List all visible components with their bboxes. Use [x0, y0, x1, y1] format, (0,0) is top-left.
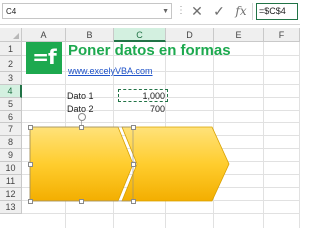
grid-line	[22, 161, 300, 162]
insert-function-icon[interactable]: fx	[232, 2, 250, 20]
resize-handle-se[interactable]	[131, 199, 136, 204]
grid-line	[22, 213, 300, 214]
row-header-2[interactable]: 2	[0, 56, 22, 72]
grid-line	[22, 187, 300, 188]
row-header-8[interactable]: 8	[0, 136, 22, 149]
rotate-handle-icon[interactable]	[78, 113, 86, 121]
resize-handle-n[interactable]	[79, 125, 84, 130]
grid-line	[22, 84, 300, 85]
column-header-d[interactable]: D	[166, 28, 214, 42]
more-options-icon[interactable]: ⋮	[176, 4, 186, 18]
resize-handle-nw[interactable]	[28, 125, 33, 130]
row-header-1[interactable]: 1	[0, 42, 22, 56]
name-box[interactable]: C4 ▼	[2, 3, 172, 19]
row-header-12[interactable]: 12	[0, 188, 22, 201]
grid-line	[22, 71, 300, 72]
resize-handle-e[interactable]	[131, 162, 136, 167]
row-header-10[interactable]: 10	[0, 162, 22, 175]
row-header-7[interactable]: 7	[0, 123, 22, 136]
divider	[252, 3, 253, 20]
grid-line	[22, 148, 300, 149]
enter-icon[interactable]: ✓	[210, 2, 228, 20]
resize-handle-w[interactable]	[28, 162, 33, 167]
copy-marquee	[118, 89, 168, 102]
column-header-f[interactable]: F	[264, 28, 300, 42]
column-header-a[interactable]: A	[22, 28, 66, 42]
row-header-6[interactable]: 6	[0, 111, 22, 123]
select-all-corner[interactable]	[0, 28, 22, 42]
cancel-icon[interactable]: ✕	[188, 2, 206, 20]
row-header-11[interactable]: 11	[0, 175, 22, 188]
cell-label-dato-1[interactable]: Dato 1	[67, 91, 94, 101]
grid-line	[22, 122, 300, 123]
resize-handle-sw[interactable]	[28, 199, 33, 204]
column-header-c[interactable]: C	[114, 28, 166, 42]
grid-line	[22, 135, 300, 136]
row-header-3[interactable]: 3	[0, 72, 22, 85]
website-link[interactable]: www.excelyVBA.com	[68, 66, 153, 76]
sheet-title: Poner datos en formas	[68, 42, 231, 59]
chevron-down-icon[interactable]: ▼	[162, 4, 169, 20]
formula-input[interactable]: =$C$4	[256, 3, 298, 20]
cell-value-dato-2[interactable]: 700	[115, 104, 165, 114]
column-header-b[interactable]: B	[66, 28, 114, 42]
resize-handle-s[interactable]	[79, 199, 84, 204]
row-header-5[interactable]: 5	[0, 98, 22, 111]
formula-bar: C4 ▼ ⋮ ✕ ✓ fx =$C$4	[0, 0, 300, 25]
row-header-9[interactable]: 9	[0, 149, 22, 162]
grid-line	[22, 174, 300, 175]
resize-handle-ne[interactable]	[131, 125, 136, 130]
column-header-e[interactable]: E	[214, 28, 264, 42]
grid-line	[22, 200, 300, 201]
row-header-13[interactable]: 13	[0, 201, 22, 214]
name-box-value: C4	[6, 7, 17, 16]
row-header-4[interactable]: 4	[0, 85, 22, 98]
brand-logo: =f	[26, 42, 62, 74]
